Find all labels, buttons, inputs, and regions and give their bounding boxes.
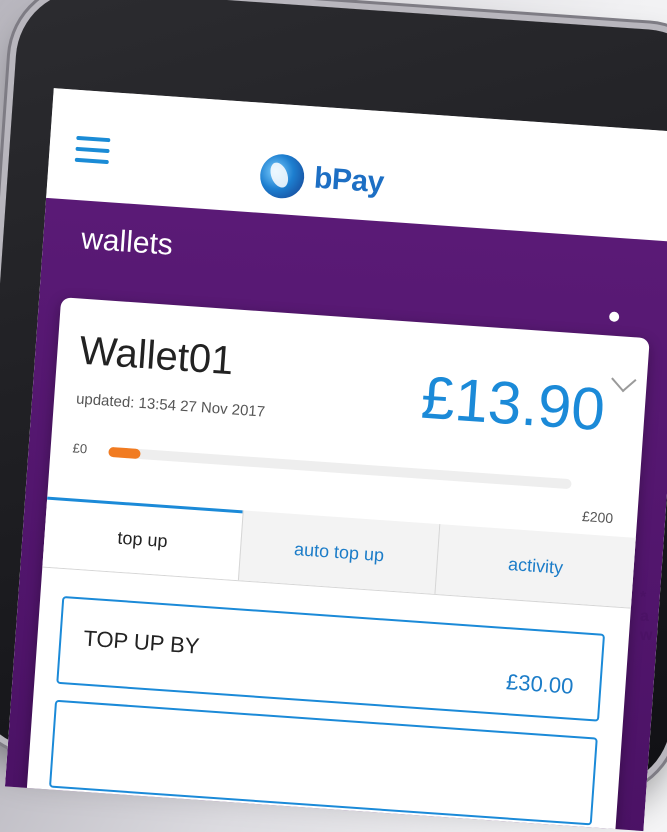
balance-max-label: £200 [581,508,614,527]
tab-top-up[interactable]: top up [42,496,243,581]
wallet-name: Wallet01 [78,328,235,384]
balance-min-label: £0 [72,440,88,457]
wallets-section: wallets Wallet01 £13.90 updated: 13:54 2… [4,197,667,832]
wallet-tabs: top up auto top up activity [42,496,636,609]
top-up-amount-field[interactable]: TOP UP BY £30.00 [56,595,606,722]
wallet-card: Wallet01 £13.90 updated: 13:54 27 Nov 20… [24,297,650,832]
phone-device: bPay wallets Wallet01 £13.90 updated: 13… [0,0,667,832]
top-up-label: TOP UP BY [82,625,201,659]
secondary-field[interactable] [48,699,598,826]
app-screen: bPay wallets Wallet01 £13.90 updated: 13… [4,88,667,832]
chevron-down-icon[interactable] [611,366,637,393]
page-indicator-dot [608,311,620,323]
corner-note-line: w [640,627,653,644]
corner-note: * a w [640,588,667,645]
brand-logo: bPay [258,152,385,206]
bpay-logo-icon [258,152,306,200]
top-up-value: £30.00 [505,669,575,699]
tab-activity[interactable]: activity [434,524,636,608]
wallet-balance: £13.90 [419,363,608,444]
page-title: wallets [80,222,174,262]
tab-auto-top-up[interactable]: auto top up [237,510,440,594]
balance-progress-track [108,446,572,490]
brand-name: bPay [312,161,385,200]
corner-note-line: * [640,589,647,606]
menu-icon[interactable] [74,135,111,165]
corner-note-line: a [640,608,649,625]
wallet-updated-timestamp: updated: 13:54 27 Nov 2017 [75,390,266,421]
balance-progress-fill [108,446,142,460]
